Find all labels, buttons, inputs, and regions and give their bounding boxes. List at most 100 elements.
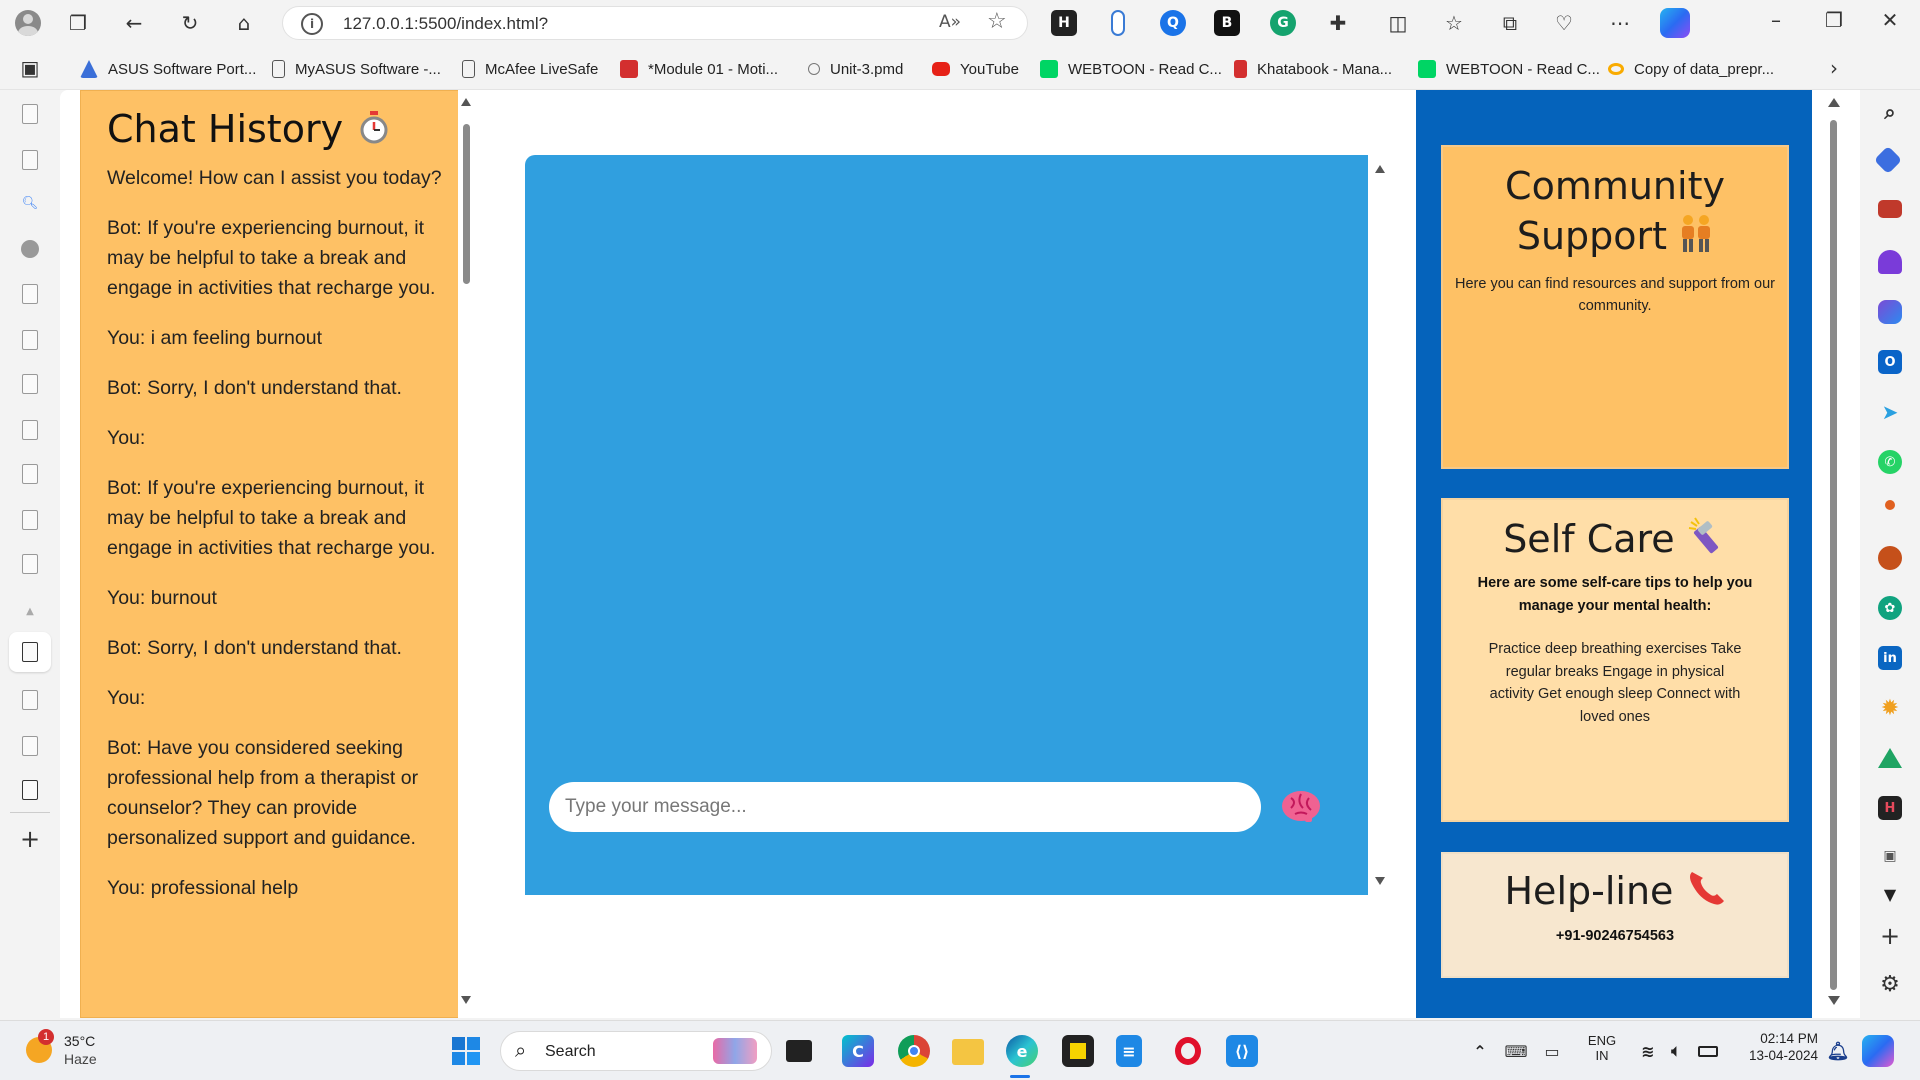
clock[interactable]: 02:14 PM 13-04-2024 xyxy=(1732,1031,1818,1071)
minimize-window-icon[interactable]: – xyxy=(1756,8,1796,32)
scroll-up-arrow-icon[interactable] xyxy=(1828,98,1840,107)
sidebar-chevron-down-icon[interactable]: ▼ xyxy=(1878,882,1902,906)
profile-avatar-icon[interactable] xyxy=(14,9,42,37)
split-screen-icon[interactable]: ◫ xyxy=(1384,9,1412,37)
address-bar[interactable]: i 127.0.0.1:5500/index.html? A» ☆ xyxy=(282,6,1028,40)
whatsapp-icon[interactable]: ✆ xyxy=(1878,450,1902,474)
scrollbar-thumb[interactable] xyxy=(463,124,470,284)
tab-page-icon[interactable] xyxy=(22,330,38,350)
volume-icon[interactable]: 🔈︎ xyxy=(1660,1035,1692,1067)
read-aloud-icon[interactable]: A» xyxy=(939,12,961,32)
extension-b-icon[interactable]: B xyxy=(1214,10,1240,36)
close-window-icon[interactable]: ✕ xyxy=(1870,8,1910,32)
tab-page-icon[interactable] xyxy=(22,690,38,710)
extensions-puzzle-icon[interactable]: ✚ xyxy=(1324,9,1352,37)
extension-dot-icon[interactable] xyxy=(1885,500,1895,510)
cricket-ball-icon[interactable] xyxy=(1878,546,1902,570)
tab-actions-icon[interactable]: ▣ xyxy=(16,54,44,82)
chat-box-scrollbar[interactable] xyxy=(1368,155,1392,895)
tab-circle-icon[interactable] xyxy=(17,236,43,262)
scroll-up-arrow-icon[interactable] xyxy=(461,98,471,106)
chat-history-scrollbar[interactable] xyxy=(458,90,474,1018)
show-hidden-icons-chevron-icon[interactable]: ⌃ xyxy=(1464,1035,1496,1067)
scroll-down-arrow-icon[interactable] xyxy=(461,996,471,1004)
microsoft-365-icon[interactable] xyxy=(1878,300,1902,324)
tab-search-icon[interactable]: 🔍︎ xyxy=(17,190,43,216)
tab-page-icon[interactable] xyxy=(22,150,38,170)
chrome-icon[interactable] xyxy=(898,1035,930,1067)
bookmark-webtoon-1[interactable]: WEBTOON - Read C... xyxy=(1040,58,1222,80)
task-view-icon[interactable] xyxy=(786,1040,812,1062)
page-scrollbar[interactable] xyxy=(1812,90,1860,1018)
bookmark-khatabook[interactable]: Khatabook - Mana... xyxy=(1234,58,1392,80)
bookmark-webtoon-2[interactable]: WEBTOON - Read C... xyxy=(1418,58,1600,80)
image-tool-icon[interactable]: ▣ xyxy=(1878,844,1902,868)
copilot-icon[interactable] xyxy=(1660,8,1690,38)
sticky-notes-icon[interactable] xyxy=(1062,1035,1094,1067)
google-drive-icon[interactable] xyxy=(1878,746,1902,770)
bookmark-module-01[interactable]: *Module 01 - Moti... xyxy=(620,58,778,80)
tools-briefcase-icon[interactable] xyxy=(1878,200,1902,218)
language-indicator[interactable]: ENG IN xyxy=(1582,1033,1622,1069)
message-input[interactable] xyxy=(549,782,1261,832)
linkedin-icon[interactable]: in xyxy=(1878,646,1902,670)
refresh-icon[interactable]: ↻ xyxy=(176,9,204,37)
notification-bell-icon[interactable]: 🔔︎ xyxy=(1822,1035,1854,1067)
shopping-tag-icon[interactable] xyxy=(1873,145,1903,175)
games-chess-icon[interactable] xyxy=(1878,250,1902,274)
tab-page-icon[interactable] xyxy=(22,780,38,800)
bookmark-mcafee-livesafe[interactable]: McAfee LiveSafe xyxy=(462,58,598,80)
workspaces-icon[interactable]: ❐ xyxy=(64,9,92,37)
performance-heart-icon[interactable]: ♡ xyxy=(1550,9,1578,37)
canva-icon[interactable]: C xyxy=(842,1035,874,1067)
maximize-window-icon[interactable]: ❐ xyxy=(1814,8,1854,32)
tab-page-icon-active[interactable] xyxy=(22,642,38,662)
tab-page-icon[interactable] xyxy=(22,736,38,756)
tab-page-icon[interactable] xyxy=(22,554,38,574)
tab-page-icon[interactable] xyxy=(22,374,38,394)
opera-icon[interactable] xyxy=(1172,1035,1204,1067)
scroll-up-arrow-icon[interactable] xyxy=(1375,165,1385,173)
bookmark-asus-software-portal[interactable]: ASUS Software Port... xyxy=(80,58,256,80)
sidebar-add-icon[interactable]: + xyxy=(1878,922,1902,950)
display-icon[interactable]: ▭ xyxy=(1536,1035,1568,1067)
file-explorer-icon[interactable] xyxy=(952,1039,984,1065)
extension-h-icon[interactable]: H xyxy=(1051,10,1077,36)
tab-page-icon[interactable] xyxy=(22,464,38,484)
outlook-icon[interactable]: O xyxy=(1878,350,1902,374)
taskbar-search-box[interactable]: ⌕ Search xyxy=(500,1031,772,1071)
bookmark-unit-3[interactable]: Unit-3.pmd xyxy=(808,58,903,80)
chevron-right-icon[interactable]: › xyxy=(1820,54,1848,82)
keyboard-icon[interactable]: ⌨ xyxy=(1500,1035,1532,1067)
scroll-down-arrow-icon[interactable] xyxy=(1828,996,1840,1005)
favorite-star-icon[interactable]: ☆ xyxy=(987,9,1007,34)
more-menu-icon[interactable]: ⋯ xyxy=(1606,9,1634,37)
sidebar-settings-gear-icon[interactable]: ⚙ xyxy=(1878,972,1902,997)
tab-page-icon[interactable] xyxy=(22,104,38,124)
back-arrow-icon[interactable]: ← xyxy=(120,9,148,37)
battery-icon[interactable] xyxy=(1692,1035,1724,1067)
send-plane-icon[interactable]: ➤ xyxy=(1878,400,1902,424)
weather-widget[interactable]: 1 35°C Haze xyxy=(22,1029,142,1073)
search-icon[interactable]: ⌕ xyxy=(1878,100,1902,124)
extension-h-sidebar-icon[interactable]: H xyxy=(1878,796,1902,820)
address-url[interactable]: 127.0.0.1:5500/index.html? xyxy=(343,14,548,34)
site-info-icon[interactable]: i xyxy=(301,13,323,35)
tab-page-icon[interactable] xyxy=(22,284,38,304)
sun-icon[interactable]: ✹ xyxy=(1878,696,1902,721)
tab-page-icon[interactable] xyxy=(22,510,38,530)
chatgpt-icon[interactable]: ✿ xyxy=(1878,596,1902,620)
tab-triangle-icon[interactable]: ▲ xyxy=(17,598,43,624)
tab-page-icon[interactable] xyxy=(22,420,38,440)
grammarly-icon[interactable]: G xyxy=(1270,10,1296,36)
copilot-taskbar-icon[interactable] xyxy=(1862,1035,1894,1067)
home-icon[interactable]: ⌂ xyxy=(230,9,258,37)
bookmark-colab-data-prepr[interactable]: Copy of data_prepr... xyxy=(1608,58,1774,80)
notepad-icon[interactable]: ≡ xyxy=(1116,1035,1142,1067)
vscode-icon[interactable]: ⟨⟩ xyxy=(1226,1035,1258,1067)
send-button[interactable] xyxy=(1278,785,1324,829)
edge-browser-icon[interactable]: e xyxy=(1006,1035,1038,1067)
new-tab-plus-icon[interactable]: + xyxy=(17,825,43,853)
bookmark-youtube[interactable]: YouTube xyxy=(932,58,1019,80)
favorites-icon[interactable]: ☆ xyxy=(1440,9,1468,37)
